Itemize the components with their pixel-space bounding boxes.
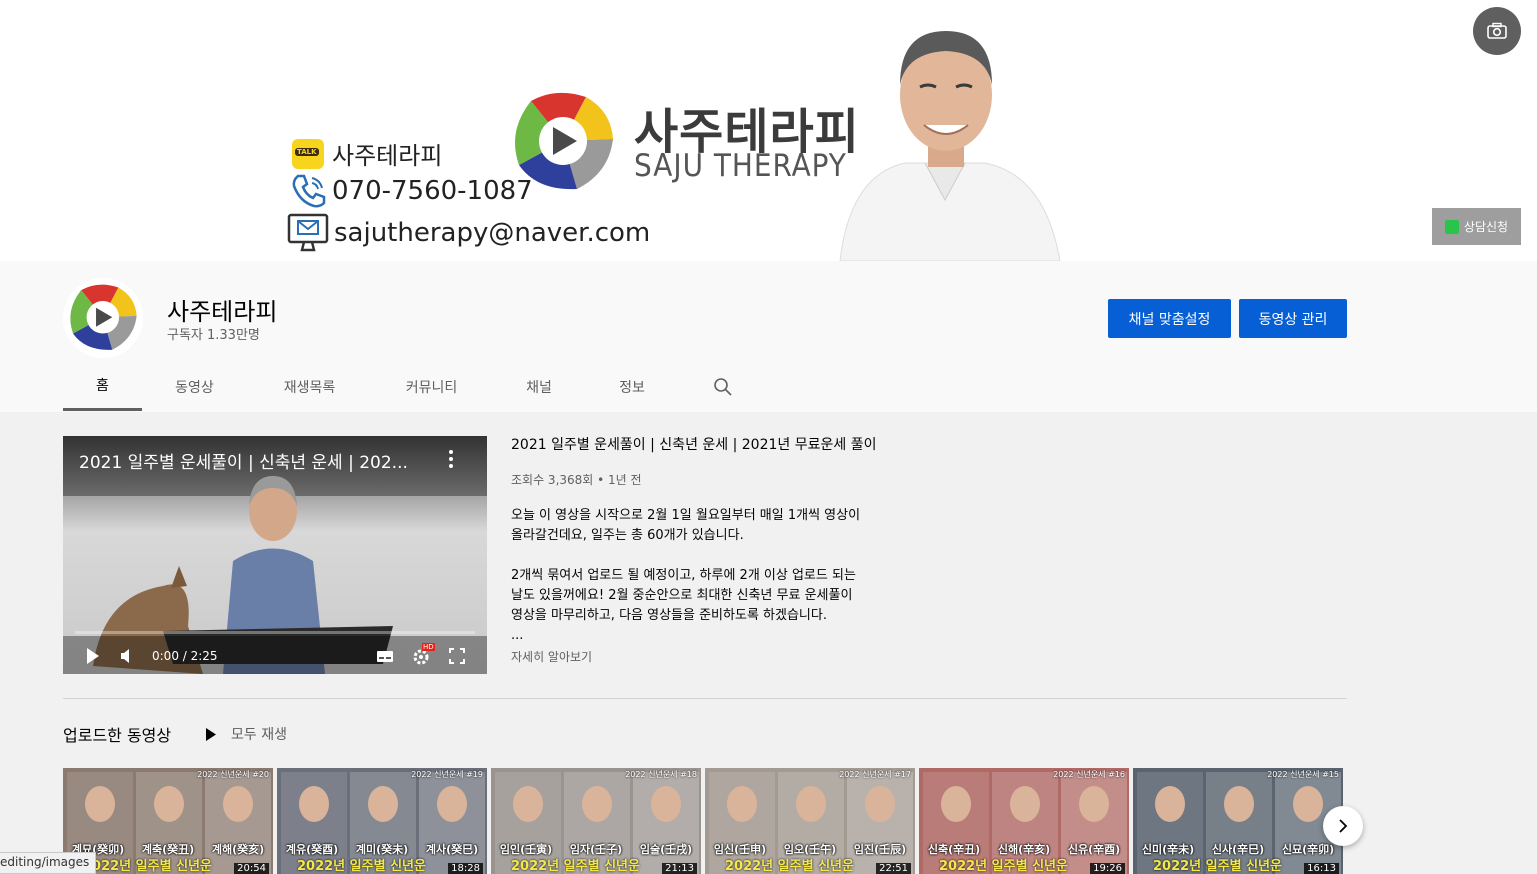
phone-icon: [292, 174, 326, 208]
channel-banner: TALK 사주테라피 070-7560-1087 sajutherapy@nav…: [0, 0, 1537, 261]
tab-home[interactable]: 홈: [63, 362, 142, 411]
play-all-button[interactable]: 모두 재생: [205, 724, 287, 744]
uploads-carousel: 2022 신년운세 #20 계묘(癸卯) 계축(癸丑) 계해(癸亥) 2022년 일주별…: [63, 768, 1347, 874]
kakao-talk-label: TALK: [295, 147, 319, 156]
ilju-name: 신유(辛酉): [1067, 843, 1121, 856]
ilju-name: 계사(癸巳): [425, 843, 479, 856]
consult-request-link[interactable]: 상담신청: [1432, 208, 1521, 245]
email-contact: sajutherapy@naver.com: [286, 212, 650, 254]
change-banner-button[interactable]: [1473, 7, 1521, 55]
thumbnail-caption: 2022년 일주별 신년운: [1153, 859, 1282, 874]
player-title: 2021 일주별 운세풀이 | 신축년 운세 | 202...: [79, 453, 408, 473]
host-photo: [839, 31, 1061, 261]
camera-icon: [1487, 22, 1507, 39]
saju-therapy-logo: [515, 92, 613, 190]
portrait-image: [1061, 772, 1127, 874]
portrait-image: [419, 772, 485, 874]
video-duration: 21:13: [662, 863, 697, 874]
kakao-contact: TALK 사주테라피: [292, 136, 442, 171]
featured-video-meta: 조회수 3,368회 • 1년 전: [511, 473, 642, 487]
video-duration: 22:51: [876, 863, 911, 874]
video-thumbnail[interactable]: 2022 신년운세 #16 신축(辛丑) 신해(辛亥) 신유(辛酉) 2022년 일주별…: [919, 768, 1129, 874]
settings-button[interactable]: HD: [412, 643, 435, 665]
featured-video-player[interactable]: 2021 일주별 운세풀이 | 신축년 운세 | 202... 0:00 / 2…: [63, 436, 487, 674]
video-duration: 16:13: [1304, 863, 1339, 874]
series-tag: 2022 신년운세 #15: [1267, 770, 1339, 779]
carousel-next-button[interactable]: [1323, 806, 1363, 846]
video-thumbnail[interactable]: 2022 신년운세 #18 임인(壬寅) 임자(壬子) 임술(壬戌) 2022년 일주별…: [491, 768, 701, 874]
featured-video-info: 2021 일주별 운세풀이 | 신축년 운세 | 2021년 무료운세 풀이 조…: [511, 436, 931, 665]
video-duration: 18:28: [448, 863, 483, 874]
series-tag: 2022 신년운세 #17: [839, 770, 911, 779]
read-more-link[interactable]: 자세히 알아보기: [511, 648, 931, 665]
series-tag: 2022 신년운세 #19: [411, 770, 483, 779]
video-thumbnail[interactable]: 2022 신년운세 #19 계유(癸酉) 계미(癸未) 계사(癸巳) 2022년 일주별…: [277, 768, 487, 874]
thumbnail-caption: 2022년 일주별 신년운: [511, 859, 640, 874]
ilju-name: 임진(壬辰): [853, 843, 907, 856]
email-address: sajutherapy@naver.com: [334, 218, 651, 248]
subtitles-icon[interactable]: [376, 647, 394, 665]
kakao-talk-icon: TALK: [292, 138, 324, 169]
consult-request-label: 상담신청: [1463, 220, 1509, 234]
phone-contact: 070-7560-1087: [290, 172, 533, 210]
hd-badge: HD: [422, 643, 435, 651]
email-monitor-icon: [287, 213, 329, 252]
ilju-name: 계해(癸亥): [211, 843, 265, 856]
volume-icon[interactable]: [120, 647, 134, 665]
progress-bar[interactable]: [75, 631, 475, 634]
video-duration: 20:54: [234, 863, 269, 874]
featured-video-description: 오늘 이 영상을 시작으로 2월 1일 월요일부터 매일 1개씩 영상이 올라갈…: [511, 508, 861, 643]
tab-playlists[interactable]: 재생목록: [247, 362, 372, 411]
play-all-icon: [206, 727, 216, 741]
tab-videos[interactable]: 동영상: [142, 362, 247, 411]
tab-channels[interactable]: 채널: [491, 362, 587, 411]
brand-name-en: SAJU THERAPY: [634, 148, 847, 184]
section-divider: [63, 698, 1347, 699]
channel-tabs: 홈 동영상 재생목록 커뮤니티 채널 정보: [63, 362, 677, 411]
ilju-name: 신묘(辛卯): [1281, 843, 1335, 856]
featured-video-title[interactable]: 2021 일주별 운세풀이 | 신축년 운세 | 2021년 무료운세 풀이: [511, 436, 931, 454]
browser-status-bar: editing/images: [0, 852, 97, 874]
thumbnail-caption: 2022년 일주별 신년운: [725, 859, 854, 874]
portrait-image: [847, 772, 913, 874]
tab-about[interactable]: 정보: [587, 362, 677, 411]
series-tag: 2022 신년운세 #20: [197, 770, 269, 779]
video-duration: 19:26: [1090, 863, 1125, 874]
ilju-name: 임술(壬戌): [639, 843, 693, 856]
more-vert-icon[interactable]: [441, 448, 461, 470]
customize-channel-button[interactable]: 채널 맞춤설정: [1108, 299, 1231, 338]
manage-videos-button[interactable]: 동영상 관리: [1239, 299, 1347, 338]
series-tag: 2022 신년운세 #16: [1053, 770, 1125, 779]
play-icon[interactable]: [86, 647, 100, 665]
uploads-shelf-title[interactable]: 업로드한 동영상: [63, 722, 171, 746]
channel-avatar[interactable]: [63, 278, 143, 358]
channel-name: 사주테라피: [167, 298, 278, 326]
fullscreen-icon[interactable]: [448, 647, 466, 665]
thumbnail-caption: 2022년 일주별 신년운: [297, 859, 426, 874]
video-thumbnail[interactable]: 2022 신년운세 #17 임신(壬申) 임오(壬午) 임진(壬辰) 2022년 일주별…: [705, 768, 915, 874]
play-all-label: 모두 재생: [231, 727, 287, 743]
thumbnail-caption: 2022년 일주별 신년운: [83, 859, 212, 874]
subscriber-count: 구독자 1.33만명: [167, 328, 260, 343]
kakao-name: 사주테라피: [332, 142, 443, 170]
portrait-image: [633, 772, 699, 874]
video-thumbnail[interactable]: 2022 신년운세 #15 신미(辛未) 신사(辛巳) 신묘(辛卯) 2022년 일주별…: [1133, 768, 1343, 874]
channel-logo-icon: [63, 279, 143, 357]
time-display: 0:00 / 2:25: [152, 649, 218, 663]
link-icon: [1444, 219, 1459, 234]
portrait-image: [205, 772, 271, 874]
search-icon[interactable]: [713, 377, 733, 397]
series-tag: 2022 신년운세 #18: [625, 770, 697, 779]
chevron-right-icon: [1339, 819, 1348, 833]
tab-community[interactable]: 커뮤니티: [372, 362, 491, 411]
phone-number: 070-7560-1087: [332, 176, 533, 206]
thumbnail-caption: 2022년 일주별 신년운: [939, 859, 1068, 874]
